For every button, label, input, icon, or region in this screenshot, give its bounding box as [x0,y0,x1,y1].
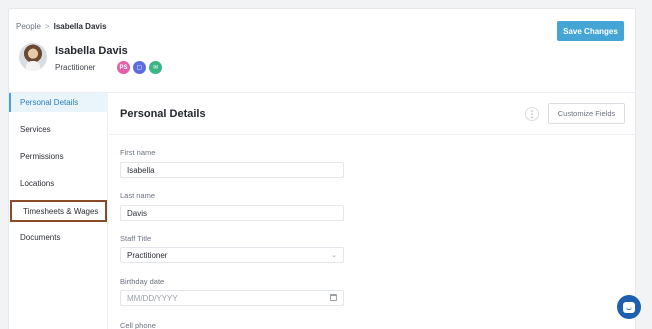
staff-title-value: Practitioner [127,250,168,260]
calendar-icon[interactable] [330,294,337,301]
sidebar-item-permissions[interactable]: Permissions [9,147,108,166]
customize-fields-button[interactable]: Customize Fields [548,103,625,124]
main-panel: Personal Details ⋮ Customize Fields Firs… [109,93,637,329]
birthday-label: Birthday date [120,277,165,286]
staff-title-select[interactable]: Practitioner ⌄ [120,247,344,263]
breadcrumb-separator: > [44,22,50,31]
profile-name: Isabella Davis [55,45,128,57]
profile-header: People > Isabella Davis Isabella Davis P… [9,9,635,93]
last-name-field[interactable]: Davis [120,205,344,221]
cell-phone-label: Cell phone [120,321,156,329]
sidebar: Personal Details Services Permissions Lo… [9,93,108,329]
profile-badges: PS ▢ ✉ [117,61,162,74]
save-changes-button[interactable]: Save Changes [557,21,624,41]
last-name-label: Last name [120,191,156,200]
first-name-label: First name [120,148,156,157]
person-icon[interactable]: PS [117,61,130,74]
breadcrumb-current: Isabella Davis [53,22,107,31]
profile-card: People > Isabella Davis Isabella Davis P… [8,8,637,329]
sidebar-item-locations[interactable]: Locations [9,174,108,193]
calendar-icon[interactable]: ▢ [133,61,146,74]
avatar [19,43,47,71]
first-name-field[interactable]: Isabella [120,162,344,178]
profile-role: Practitioner [55,63,96,72]
chat-icon [623,301,635,313]
sidebar-item-services[interactable]: Services [9,120,108,139]
chevron-down-icon: ⌄ [331,252,337,259]
sidebar-item-personal-details[interactable]: Personal Details [9,93,108,112]
sidebar-item-documents[interactable]: Documents [9,228,108,247]
sidebar-item-timesheets-wages[interactable]: Timesheets & Wages [10,200,107,222]
main-header: Personal Details ⋮ Customize Fields [109,93,637,135]
staff-title-label: Staff Title [120,234,152,243]
breadcrumb-people-link[interactable]: People [16,22,41,31]
page-title: Personal Details [120,108,206,120]
chat-launcher-button[interactable] [617,295,641,319]
breadcrumb: People > Isabella Davis [16,22,107,31]
birthday-placeholder: MM/DD/YYYY [127,293,178,303]
more-options-icon[interactable]: ⋮ [525,107,539,121]
mail-icon[interactable]: ✉ [149,61,162,74]
birthday-field[interactable]: MM/DD/YYYY [120,290,344,306]
